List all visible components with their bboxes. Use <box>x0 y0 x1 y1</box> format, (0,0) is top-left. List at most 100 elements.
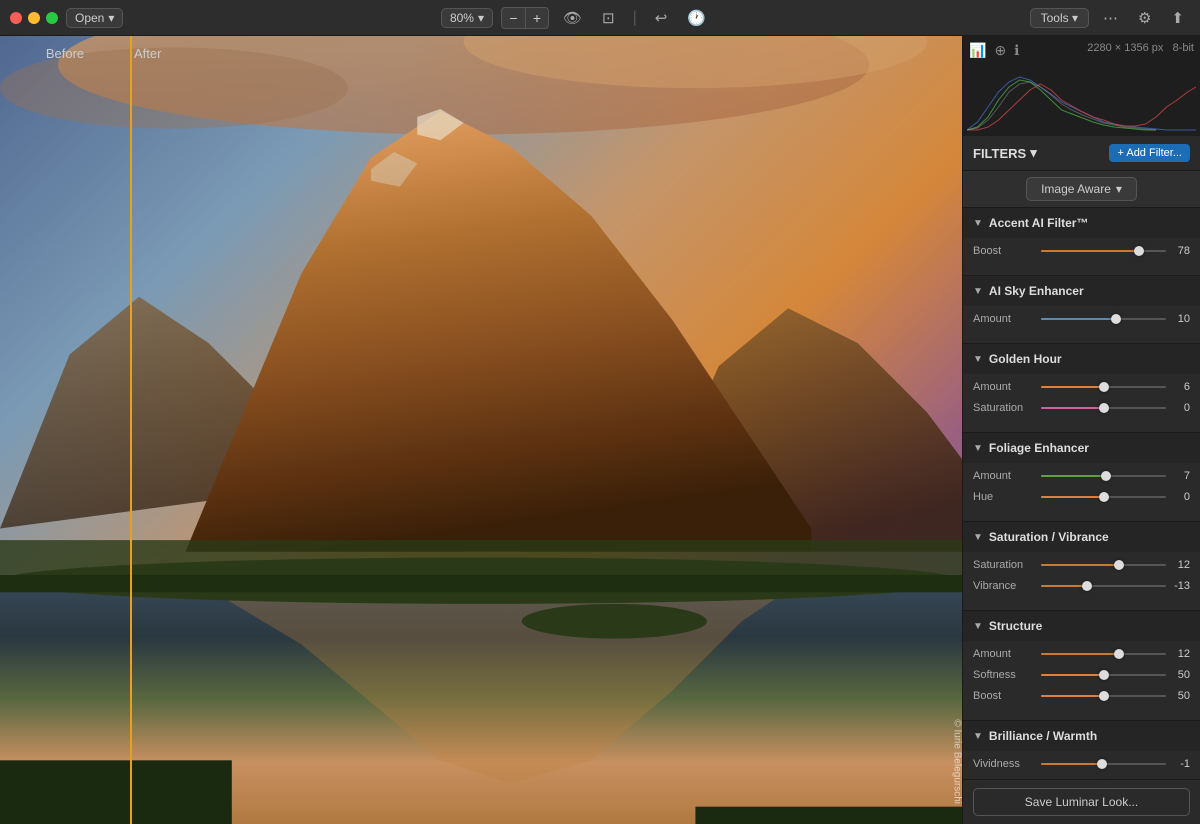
filter-title-foliage: Foliage Enhancer <box>989 441 1089 455</box>
slider-thumb-str-boost[interactable] <box>1099 691 1109 701</box>
slider-boost[interactable] <box>1041 244 1166 258</box>
histogram-icons: 📊 ⊕ ℹ <box>969 42 1020 59</box>
slider-row-str-softness: Softness 50 <box>973 668 1190 682</box>
undo-icon[interactable]: ↩ <box>649 7 674 29</box>
slider-value-saturation: 12 <box>1166 559 1190 571</box>
tools-button[interactable]: Tools ▾ <box>1030 8 1089 28</box>
filter-body-structure: Amount 12 Softness <box>963 641 1200 720</box>
slider-thumb-boost[interactable] <box>1134 246 1144 256</box>
slider-value-vibrance: -13 <box>1166 580 1190 592</box>
maximize-traffic-light[interactable] <box>46 12 58 24</box>
slider-row-str-boost: Boost 50 <box>973 689 1190 703</box>
slider-vividness[interactable] <box>1041 757 1166 771</box>
filters-title[interactable]: FILTERS ▾ <box>973 145 1037 161</box>
filter-section-header-golden-hour[interactable]: ▼ Golden Hour <box>963 344 1200 374</box>
slider-thumb-vibrance[interactable] <box>1082 581 1092 591</box>
traffic-lights <box>10 12 58 24</box>
filter-section-accent-ai: ▼ Accent AI Filter™ Boost 78 <box>963 208 1200 276</box>
slider-value-fol-amount: 7 <box>1166 470 1190 482</box>
zoom-minus-button[interactable]: − <box>501 7 525 29</box>
slider-track-boost <box>1041 250 1166 252</box>
slider-thumb-sky-amount[interactable] <box>1111 314 1121 324</box>
slider-thumb-saturation[interactable] <box>1114 560 1124 570</box>
layers-icon[interactable]: ⊕ <box>994 42 1006 59</box>
slider-label-fol-amount: Amount <box>973 470 1041 482</box>
slider-fill-str-boost <box>1041 695 1104 697</box>
slider-vibrance[interactable] <box>1041 579 1166 593</box>
slider-label-gh-amount: Amount <box>973 381 1041 393</box>
chevron-down-icon: ▼ <box>973 532 983 543</box>
chevron-down-icon: ▼ <box>973 621 983 632</box>
slider-gh-saturation[interactable] <box>1041 401 1166 415</box>
filter-section-header-foliage[interactable]: ▼ Foliage Enhancer <box>963 433 1200 463</box>
slider-sky-amount[interactable] <box>1041 312 1166 326</box>
filter-section-header-saturation[interactable]: ▼ Saturation / Vibrance <box>963 522 1200 552</box>
slider-gh-amount[interactable] <box>1041 380 1166 394</box>
open-button[interactable]: Open ▾ <box>66 8 123 28</box>
filter-body-accent-ai: Boost 78 <box>963 238 1200 275</box>
chevron-down-icon: ▼ <box>973 286 983 297</box>
filter-section-header-ai-sky[interactable]: ▼ AI Sky Enhancer <box>963 276 1200 306</box>
filter-section-foliage: ▼ Foliage Enhancer Amount 7 <box>963 433 1200 522</box>
share-icon[interactable]: ⬆ <box>1165 7 1190 29</box>
slider-thumb-str-softness[interactable] <box>1099 670 1109 680</box>
slider-label-vibrance: Vibrance <box>973 580 1041 592</box>
slider-fol-amount[interactable] <box>1041 469 1166 483</box>
slider-track-str-softness <box>1041 674 1166 676</box>
slider-str-softness[interactable] <box>1041 668 1166 682</box>
slider-row-vibrance: Vibrance -13 <box>973 579 1190 593</box>
slider-warmth[interactable] <box>1041 778 1166 779</box>
slider-fill-boost <box>1041 250 1139 252</box>
slider-thumb-fol-amount[interactable] <box>1101 471 1111 481</box>
filter-section-header-accent-ai[interactable]: ▼ Accent AI Filter™ <box>963 208 1200 238</box>
titlebar-right: Tools ▾ ⋯ ⚙ ⬆ <box>1030 7 1190 29</box>
preview-icon[interactable]: 👁 <box>557 7 588 29</box>
info-icon[interactable]: ℹ <box>1014 42 1019 59</box>
save-luminar-button[interactable]: Save Luminar Look... <box>973 788 1190 816</box>
filter-body-golden-hour: Amount 6 Saturation <box>963 374 1200 432</box>
slider-thumb-fol-hue[interactable] <box>1099 492 1109 502</box>
slider-row-sky-amount: Amount 10 <box>973 312 1190 326</box>
grid-icon[interactable]: ⋯ <box>1097 7 1124 29</box>
slider-thumb-str-amount[interactable] <box>1114 649 1124 659</box>
histogram-icon[interactable]: 📊 <box>969 42 986 59</box>
slider-thumb-gh-amount[interactable] <box>1099 382 1109 392</box>
slider-row-boost: Boost 78 <box>973 244 1190 258</box>
minimize-traffic-light[interactable] <box>28 12 40 24</box>
close-traffic-light[interactable] <box>10 12 22 24</box>
slider-track-gh-amount <box>1041 386 1166 388</box>
slider-str-boost[interactable] <box>1041 689 1166 703</box>
slider-track-fol-hue <box>1041 496 1166 498</box>
slider-thumb-vividness[interactable] <box>1097 759 1107 769</box>
titlebar: Open ▾ 80% ▾ − + 👁 ⊡ | ↩ 🕐 Tools ▾ ⋯ ⚙ ⬆ <box>0 0 1200 36</box>
zoom-control[interactable]: 80% ▾ <box>441 8 493 28</box>
canvas-area[interactable]: Before After <box>0 36 962 824</box>
slider-row-gh-amount: Amount 6 <box>973 380 1190 394</box>
filter-body-saturation: Saturation 12 Vibrance <box>963 552 1200 610</box>
watermark: © Iurie Belegurschi <box>952 719 962 804</box>
slider-value-vividness: -1 <box>1166 758 1190 770</box>
filter-section-header-structure[interactable]: ▼ Structure <box>963 611 1200 641</box>
slider-saturation[interactable] <box>1041 558 1166 572</box>
slider-fill-vibrance <box>1041 585 1087 587</box>
slider-fill-gh-saturation <box>1041 407 1104 409</box>
history-icon[interactable]: 🕐 <box>681 7 712 29</box>
filters-content[interactable]: ▼ Accent AI Filter™ Boost 78 <box>963 208 1200 779</box>
filters-header: FILTERS ▾ + Add Filter... <box>963 136 1200 171</box>
slider-fill-sky-amount <box>1041 318 1116 320</box>
filter-title-structure: Structure <box>989 619 1042 633</box>
filter-section-structure: ▼ Structure Amount 12 <box>963 611 1200 721</box>
slider-thumb-gh-saturation[interactable] <box>1099 403 1109 413</box>
sliders-icon[interactable]: ⚙ <box>1132 7 1157 29</box>
slider-str-amount[interactable] <box>1041 647 1166 661</box>
zoom-plus-button[interactable]: + <box>525 7 549 29</box>
compare-icon[interactable]: ⊡ <box>596 7 621 29</box>
slider-fol-hue[interactable] <box>1041 490 1166 504</box>
slider-fill-vividness <box>1041 763 1102 765</box>
slider-label-str-softness: Softness <box>973 669 1041 681</box>
filter-section-header-brilliance[interactable]: ▼ Brilliance / Warmth <box>963 721 1200 751</box>
image-aware-button[interactable]: Image Aware ▾ <box>1026 177 1137 201</box>
add-filter-button[interactable]: + Add Filter... <box>1109 144 1190 162</box>
chevron-down-icon: ▼ <box>973 218 983 229</box>
filter-title-saturation: Saturation / Vibrance <box>989 530 1109 544</box>
